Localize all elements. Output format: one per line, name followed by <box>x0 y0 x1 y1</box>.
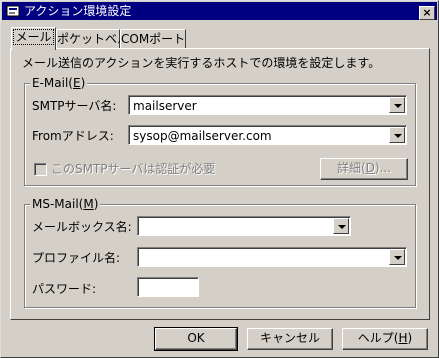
mailbox-name-combo[interactable] <box>137 216 351 236</box>
close-icon: × <box>422 6 432 19</box>
from-address-combo[interactable]: sysop@mailserver.com <box>128 125 407 145</box>
from-address-value: sysop@mailserver.com <box>133 129 272 143</box>
smtp-auth-checkbox[interactable] <box>34 163 47 176</box>
details-button[interactable]: 詳細(D)... <box>320 158 408 180</box>
close-button[interactable]: × <box>419 6 435 20</box>
smtp-server-label: SMTPサーバ名: <box>32 99 117 113</box>
from-address-dropdown-button[interactable] <box>389 127 405 143</box>
profile-name-combo[interactable] <box>137 247 407 267</box>
description-text: メール送信のアクションを実行するホストでの環境を設定します。 <box>22 56 381 70</box>
cancel-button[interactable]: キャンセル <box>247 328 333 350</box>
from-address-label: Fromアドレス: <box>32 129 114 143</box>
smtp-server-value: mailserver <box>133 99 197 113</box>
smtp-server-combo[interactable]: mailserver <box>128 95 407 115</box>
chevron-down-icon <box>394 104 402 108</box>
password-label: パスワード: <box>32 282 97 296</box>
tab-com-port[interactable]: COMポート <box>120 29 186 49</box>
msmail-group-legend: MS-Mail(M) <box>30 197 101 211</box>
tab-panel: メール送信のアクションを実行するホストでの環境を設定します。 E-Mail(E)… <box>10 48 430 320</box>
profile-name-label: プロファイル名: <box>32 251 121 265</box>
help-button[interactable]: ヘルプ(H) <box>342 328 428 350</box>
tab-mail-label: メール <box>13 29 54 45</box>
chevron-down-icon <box>338 225 346 229</box>
title-bar[interactable]: アクション環境設定 × <box>2 2 437 20</box>
mailbox-name-label: メールボックス名: <box>32 220 132 234</box>
smtp-server-dropdown-button[interactable] <box>389 97 405 113</box>
tab-mail[interactable]: メール <box>11 27 56 50</box>
profile-name-dropdown-button[interactable] <box>389 249 405 265</box>
chevron-down-icon <box>394 256 402 260</box>
password-field[interactable] <box>137 277 199 297</box>
window-title: アクション環境設定 <box>24 4 132 18</box>
mailbox-name-dropdown-button[interactable] <box>333 218 349 234</box>
tab-com-port-label: COMポート <box>121 32 186 46</box>
chevron-down-icon <box>394 134 402 138</box>
ok-button[interactable]: OK <box>154 327 238 351</box>
smtp-auth-label: このSMTPサーバは認証が必要 <box>51 162 216 176</box>
email-group-legend: E-Mail(E) <box>30 76 88 90</box>
app-icon <box>6 5 20 17</box>
tab-pager[interactable]: ポケットベル <box>56 29 129 49</box>
tab-pager-label: ポケットベル <box>57 32 130 46</box>
